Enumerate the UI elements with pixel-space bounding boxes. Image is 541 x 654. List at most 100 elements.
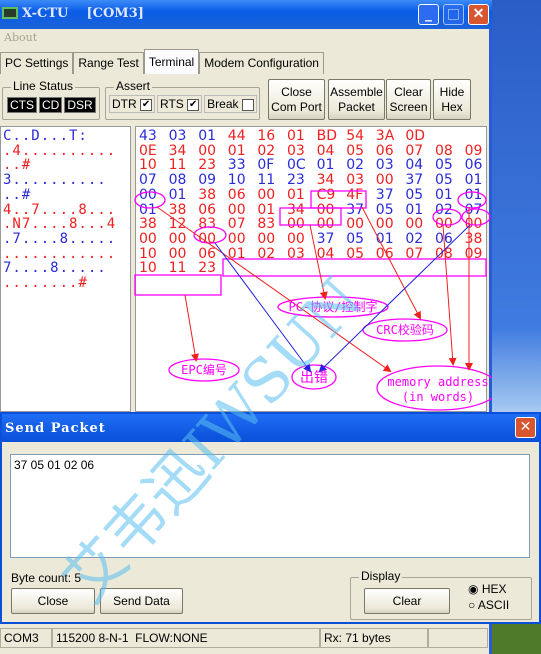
- clear-button[interactable]: Clear: [364, 588, 450, 614]
- hex-byte: 05: [346, 245, 365, 262]
- hex-byte: 54: [346, 128, 365, 144]
- status-port: COM3: [0, 628, 52, 648]
- hex-byte: C9: [316, 186, 336, 203]
- send-data-button[interactable]: Send Data: [100, 588, 183, 614]
- hex-byte: 00: [198, 230, 217, 247]
- hex-byte: 01: [168, 186, 187, 203]
- hex-byte: 34: [316, 172, 335, 189]
- hex-pane[interactable]: 43 03 01 44 16 01 BD 54 3A 0D 0E 34 00 01 02 03 04 05 06 07…: [135, 126, 487, 412]
- rts-check-icon: ✔: [187, 98, 200, 111]
- status-bar: COM3 115200 8-N-1 FLOW:NONE Rx: 71 bytes: [0, 628, 492, 648]
- hex-byte: 83: [257, 216, 276, 233]
- hex-byte: 83: [198, 216, 217, 233]
- hex-byte: 00: [435, 216, 453, 233]
- hex-byte: 00: [375, 172, 394, 189]
- close-window-button[interactable]: ✕: [468, 4, 489, 25]
- cd-indicator: CD: [39, 97, 63, 113]
- label: Close: [281, 84, 312, 99]
- hex-byte: 05: [405, 186, 424, 203]
- hex-byte: 04: [316, 245, 335, 262]
- ascii-line: C..D...T:: [3, 128, 88, 144]
- hex-byte: 23: [198, 260, 217, 277]
- ascii-label: ASCII: [477, 598, 510, 612]
- hex-byte: 02: [257, 245, 276, 262]
- line-status-group: Line Status CTS CD DSR: [2, 79, 100, 120]
- tab-range-test[interactable]: Range Test: [73, 52, 144, 74]
- dialog-close-icon[interactable]: ✕: [515, 417, 536, 438]
- ascii-line: ............: [3, 245, 117, 262]
- packet-input[interactable]: 37 05 01 02 06: [10, 454, 530, 558]
- ascii-line: 4..7....8...: [3, 201, 117, 218]
- ascii-line: ........#: [3, 275, 88, 292]
- hide-hex-button[interactable]: Hide Hex: [433, 79, 471, 120]
- label: Packet: [338, 99, 375, 114]
- hex-byte: 11: [168, 260, 187, 277]
- hex-label: HEX: [481, 582, 507, 596]
- hex-byte: 10: [227, 172, 246, 189]
- hex-radio[interactable]: ◉ HEX: [468, 581, 509, 597]
- hex-byte: 00: [257, 230, 276, 247]
- hex-byte: 00: [464, 216, 483, 233]
- tab-terminal[interactable]: Terminal: [143, 49, 200, 74]
- hex-byte: 07: [227, 216, 246, 233]
- hex-byte: 00: [346, 216, 365, 233]
- display-label: Display: [359, 569, 403, 583]
- dtr-checkbox[interactable]: DTR ✔: [109, 95, 156, 113]
- hex-byte: 06: [227, 186, 246, 203]
- hex-byte: 37: [405, 172, 424, 189]
- tab-pc-settings[interactable]: PC Settings: [0, 52, 74, 74]
- hex-byte: 3A: [375, 128, 395, 144]
- hex-byte: 01: [435, 186, 453, 203]
- ascii-radio[interactable]: ○ ASCII: [468, 597, 509, 613]
- label: Hide: [439, 84, 465, 99]
- hex-byte: 07: [139, 172, 157, 189]
- label: Clear: [394, 84, 423, 99]
- clear-screen-button[interactable]: Clear Screen: [386, 79, 431, 120]
- display-mode-radios: ◉ HEX ○ ASCII: [468, 581, 509, 613]
- hex-byte: 43: [139, 128, 157, 144]
- hex-byte: 02: [405, 230, 424, 247]
- assert-group: Assert DTR ✔ RTS ✔ Break: [105, 79, 260, 120]
- hex-byte: 03: [346, 172, 365, 189]
- break-checkbox[interactable]: Break: [204, 95, 257, 113]
- assemble-packet-button[interactable]: Assemble Packet: [328, 79, 385, 120]
- break-box: [241, 98, 254, 111]
- status-rx: Rx: 71 bytes: [320, 628, 428, 648]
- ascii-line: .7....8.....: [3, 230, 117, 247]
- maximize-button[interactable]: □: [443, 4, 464, 25]
- hex-byte: 00: [287, 216, 305, 233]
- hex-byte: 09: [464, 245, 483, 262]
- dtr-label: DTR: [112, 97, 137, 111]
- ascii-line: 7....8.....: [3, 260, 107, 277]
- hex-byte: BD: [316, 128, 337, 144]
- hex-byte: 38: [139, 216, 157, 233]
- hex-byte: 44: [227, 128, 246, 144]
- hex-byte: 08: [435, 245, 453, 262]
- ascii-line: .N7....8...4: [3, 216, 117, 233]
- rts-checkbox[interactable]: RTS ✔: [157, 95, 203, 113]
- ascii-line: .4..........: [3, 142, 117, 159]
- hex-byte: 37: [316, 230, 335, 247]
- cts-indicator: CTS: [7, 97, 37, 113]
- label: Assemble: [330, 84, 383, 99]
- minimize-button[interactable]: _: [418, 4, 439, 25]
- ascii-pane[interactable]: C..D...T: .4.......... ..# 3.......... ..# 4.…: [0, 126, 131, 412]
- menu-about[interactable]: About: [4, 31, 37, 44]
- hex-byte: 05: [435, 172, 453, 189]
- ascii-line: 3..........: [3, 172, 107, 189]
- ascii-line: ..#: [3, 186, 32, 203]
- tab-modem-configuration[interactable]: Modem Configuration: [199, 52, 324, 74]
- hex-byte: 00: [227, 230, 246, 247]
- dialog-title: Send Packet: [2, 414, 539, 442]
- status-settings: 115200 8-N-1 FLOW:NONE: [52, 628, 320, 648]
- label: Screen: [389, 99, 428, 114]
- hex-byte: 00: [316, 216, 335, 233]
- hex-byte: 23: [287, 172, 305, 189]
- close-button[interactable]: Close: [11, 588, 95, 614]
- label: Com Port: [271, 99, 322, 114]
- break-label: Break: [207, 97, 239, 111]
- hex-byte: 37: [375, 186, 394, 203]
- close-com-port-button[interactable]: Close Com Port: [268, 79, 325, 120]
- hex-byte: 01: [227, 245, 246, 262]
- window-title: X-CTU [COM3]: [22, 6, 144, 21]
